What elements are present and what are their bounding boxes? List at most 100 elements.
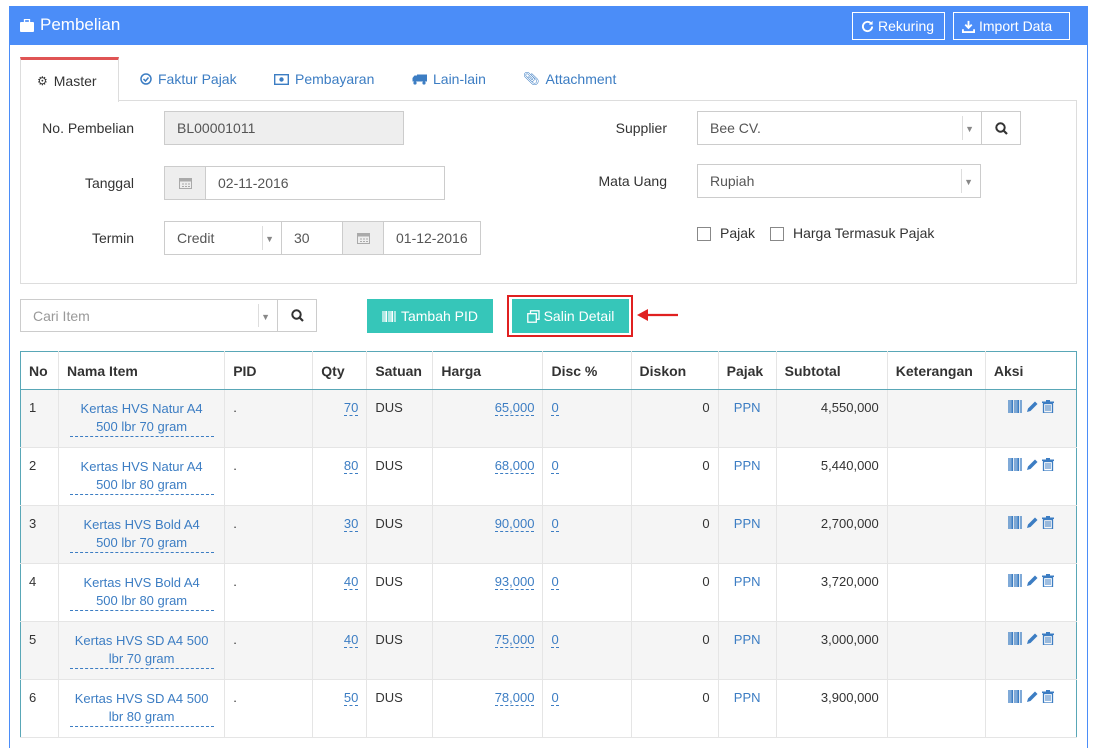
row-no: 1 [19,389,60,448]
row-keterangan[interactable] [887,505,986,564]
row-keterangan[interactable] [887,563,986,622]
row-qty-link[interactable]: 80 [343,458,359,474]
row-keterangan[interactable] [887,679,986,738]
col-header-subtotal[interactable]: Subtotal [776,351,888,390]
tab-pembayaran[interactable]: Pembayaran [258,57,390,101]
barcode-icon[interactable] [1008,516,1023,529]
barcode-icon[interactable] [1008,458,1023,471]
termin-days-field[interactable]: 30 [281,221,343,255]
trash-icon[interactable] [1041,516,1054,529]
pencil-icon[interactable] [1026,516,1039,529]
col-header-keterangan[interactable]: Keterangan [887,351,986,390]
row-keterangan[interactable] [887,389,986,448]
pencil-icon[interactable] [1026,632,1039,645]
mata-uang-select[interactable]: Rupiah ▼ [697,164,981,198]
pencil-icon[interactable] [1026,458,1039,471]
row-qty-link[interactable]: 30 [343,516,359,532]
row-harga-link[interactable]: 78,000 [494,690,535,706]
row-pajak-link[interactable]: PPN [734,516,761,531]
row-pajak-link[interactable]: PPN [734,690,761,705]
col-header-harga[interactable]: Harga [432,351,544,390]
trash-icon[interactable] [1041,458,1054,471]
row-nama-item-link[interactable]: Kertas HVS SD A4 500 lbr 70 gram [69,632,214,669]
row-harga-link[interactable]: 90,000 [494,516,535,532]
termin-calendar-addon[interactable] [342,221,384,255]
row-satuan: DUS [366,389,434,448]
table-header-row: No Nama Item PID Qty Satuan Harga Disc %… [19,351,1078,390]
tab-lain-lain[interactable]: Lain-lain [396,57,502,101]
col-header-aksi: Aksi [985,351,1078,390]
pencil-icon[interactable] [1026,400,1039,413]
pajak-checkbox[interactable] [697,227,711,241]
row-harga-link[interactable]: 75,000 [494,632,535,648]
cari-item-select[interactable]: Cari Item ▼ [20,299,278,332]
mata-uang-value: Rupiah [710,173,755,189]
no-pembelian-field[interactable]: BL00001011 [164,111,404,145]
tambah-pid-button[interactable]: Tambah PID [367,299,493,333]
trash-icon[interactable] [1041,400,1054,413]
row-harga-link[interactable]: 68,000 [494,458,535,474]
import-data-label: Import Data [979,18,1053,34]
row-pajak-link[interactable]: PPN [734,632,761,647]
row-disc-link[interactable]: 0 [551,574,559,590]
pencil-icon[interactable] [1026,574,1039,587]
tab-master[interactable]: ⚙ Master [20,57,119,102]
row-nama-item-cell: Kertas HVS SD A4 500 lbr 70 gram [58,621,226,680]
trash-icon[interactable] [1041,690,1054,703]
row-qty-link[interactable]: 70 [343,400,359,416]
row-disc-link[interactable]: 0 [551,516,559,532]
cari-item-placeholder: Cari Item [33,307,90,324]
supplier-search-button[interactable] [981,111,1021,145]
row-subtotal: 2,700,000 [776,505,888,564]
row-nama-item-link[interactable]: Kertas HVS SD A4 500 lbr 80 gram [69,690,214,727]
termin-type-select[interactable]: Credit ▼ [164,221,282,255]
cari-item-search-button[interactable] [277,299,317,332]
barcode-icon[interactable] [1008,690,1023,703]
trash-icon[interactable] [1041,574,1054,587]
row-pajak-link[interactable]: PPN [734,574,761,589]
tab-attachment[interactable]: 📎︎ Attachment [507,57,632,101]
row-disc-link[interactable]: 0 [551,632,559,648]
row-harga-link[interactable]: 65,000 [494,400,535,416]
row-nama-item-link[interactable]: Kertas HVS Natur A4 500 lbr 70 gram [69,400,214,437]
col-header-pajak[interactable]: Pajak [718,351,777,390]
salin-detail-button[interactable]: Salin Detail [512,299,629,333]
table-row: 1 Kertas HVS Natur A4 500 lbr 70 gram. 70 DU… [19,389,1078,448]
import-data-button[interactable]: Import Data [953,12,1070,40]
row-pajak-link[interactable]: PPN [734,458,761,473]
row-qty-link[interactable]: 50 [343,690,359,706]
col-header-nama-item[interactable]: Nama Item [58,351,226,390]
col-header-pid[interactable]: PID [224,351,314,390]
row-nama-item-link[interactable]: Kertas HVS Bold A4 500 lbr 70 gram [69,516,214,553]
col-header-satuan[interactable]: Satuan [366,351,434,390]
row-nama-item-link[interactable]: Kertas HVS Bold A4 500 lbr 80 gram [69,574,214,611]
row-qty-link[interactable]: 40 [343,632,359,648]
row-keterangan[interactable] [887,447,986,506]
tanggal-calendar-addon[interactable] [164,166,206,200]
row-keterangan[interactable] [887,621,986,680]
row-disc-link[interactable]: 0 [551,458,559,474]
col-header-qty[interactable]: Qty [312,351,368,390]
pencil-icon[interactable] [1026,690,1039,703]
row-nama-item-cell: Kertas HVS Bold A4 500 lbr 80 gram [58,563,226,622]
row-disc-link[interactable]: 0 [551,690,559,706]
tanggal-field[interactable]: 02-11-2016 [205,166,445,200]
row-harga-link[interactable]: 93,000 [494,574,535,590]
col-header-diskon[interactable]: Diskon [631,351,719,390]
col-header-disc[interactable]: Disc % [542,351,632,390]
row-disc-link[interactable]: 0 [551,400,559,416]
row-pajak-link[interactable]: PPN [734,400,761,415]
termin-date-field[interactable]: 01-12-2016 [383,221,481,255]
barcode-icon[interactable] [1008,574,1023,587]
supplier-select[interactable]: Bee CV. ▼ [697,111,982,145]
harga-termasuk-pajak-checkbox[interactable] [770,227,784,241]
tab-faktur-pajak[interactable]: Faktur Pajak [124,57,253,101]
row-nama-item-link[interactable]: Kertas HVS Natur A4 500 lbr 80 gram [69,458,214,495]
row-nama-item-cell: Kertas HVS Bold A4 500 lbr 70 gram [58,505,226,564]
barcode-icon[interactable] [1008,632,1023,645]
trash-icon[interactable] [1041,632,1054,645]
row-qty-link[interactable]: 40 [343,574,359,590]
rekuring-button[interactable]: Rekuring [852,12,945,40]
col-header-no[interactable]: No [19,351,60,390]
barcode-icon[interactable] [1008,400,1023,413]
